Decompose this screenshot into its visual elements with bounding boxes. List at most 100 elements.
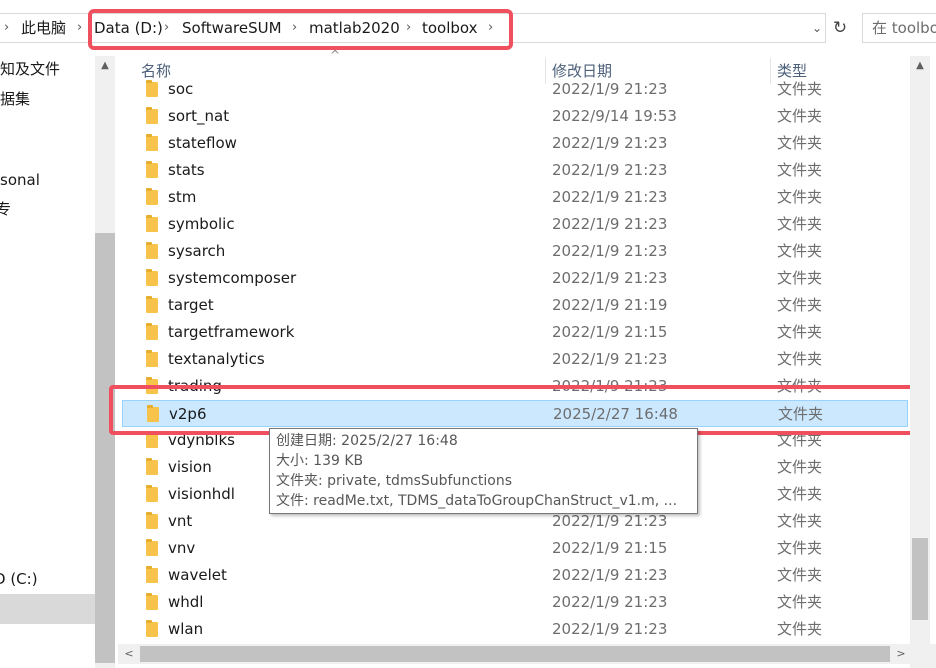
file-type: 文件夹 bbox=[777, 107, 823, 125]
file-name: soc bbox=[168, 80, 194, 98]
file-type: 文件夹 bbox=[777, 161, 823, 179]
scrollbar-corner bbox=[910, 644, 936, 668]
scroll-right-arrow-icon[interactable]: > bbox=[892, 644, 910, 664]
file-name: stats bbox=[168, 161, 205, 179]
nav-item-drive-c[interactable]: D (C:) bbox=[0, 567, 38, 591]
file-type: 文件夹 bbox=[777, 485, 823, 503]
table-row[interactable]: target 2022/1/9 21:19 文件夹 bbox=[122, 292, 908, 319]
scroll-left-arrow-icon[interactable]: < bbox=[120, 644, 138, 664]
tooltip-created-date: 创建日期: 2025/2/27 16:48 bbox=[276, 433, 458, 449]
table-row[interactable]: soc 2022/1/9 21:23 文件夹 bbox=[122, 80, 908, 103]
tooltip-size: 大小: 139 KB bbox=[276, 453, 364, 469]
file-name: vnv bbox=[168, 539, 196, 557]
folder-icon bbox=[146, 539, 158, 556]
file-type: 文件夹 bbox=[777, 350, 823, 368]
table-row[interactable]: wlan 2022/1/9 21:23 文件夹 bbox=[122, 616, 908, 643]
file-list: soc 2022/1/9 21:23 文件夹 sort_nat 2022/9/14 19… bbox=[122, 80, 908, 643]
file-name: stateflow bbox=[168, 134, 237, 152]
folder-icon bbox=[146, 620, 158, 637]
file-date: 2022/1/9 21:23 bbox=[552, 188, 668, 206]
table-row[interactable]: stateflow 2022/1/9 21:23 文件夹 bbox=[122, 130, 908, 157]
table-row[interactable]: whdl 2022/1/9 21:23 文件夹 bbox=[122, 589, 908, 616]
nav-item-dataset[interactable]: 据集 bbox=[0, 87, 30, 111]
breadcrumb-this-pc[interactable]: 此电脑 bbox=[21, 13, 66, 43]
folder-icon bbox=[146, 80, 158, 97]
folder-icon bbox=[146, 593, 158, 610]
file-type: 文件夹 bbox=[777, 269, 823, 287]
file-name: systemcomposer bbox=[168, 269, 297, 287]
file-date: 2022/1/9 21:23 bbox=[552, 593, 668, 611]
chevron-down-icon[interactable]: ⌄ bbox=[808, 13, 826, 43]
folder-icon bbox=[146, 350, 158, 367]
nav-selection-highlight bbox=[0, 594, 95, 624]
address-bar: › 此电脑 › Data (D:) › SoftwareSUM › matlab… bbox=[0, 0, 936, 56]
vertical-scrollbar-thumb[interactable] bbox=[912, 538, 928, 620]
scroll-up-arrow-icon[interactable]: ▲ bbox=[910, 56, 930, 76]
file-name: wlan bbox=[168, 620, 204, 638]
file-date: 2022/1/9 21:23 bbox=[552, 620, 668, 638]
chevron-right-icon[interactable]: › bbox=[77, 13, 82, 43]
file-type: 文件夹 bbox=[777, 215, 823, 233]
file-type: 文件夹 bbox=[777, 323, 823, 341]
file-date: 2022/1/9 21:23 bbox=[552, 269, 668, 287]
table-row[interactable]: targetframework 2022/1/9 21:15 文件夹 bbox=[122, 319, 908, 346]
table-row[interactable]: stm 2022/1/9 21:23 文件夹 bbox=[122, 184, 908, 211]
nav-scrollbar-thumb[interactable] bbox=[95, 233, 115, 663]
nav-item-personal[interactable]: sonal bbox=[0, 168, 40, 192]
nav-item-special[interactable]: 专 bbox=[0, 197, 11, 221]
file-type: 文件夹 bbox=[777, 512, 823, 530]
folder-icon bbox=[146, 107, 158, 124]
table-row[interactable]: sysarch 2022/1/9 21:23 文件夹 bbox=[122, 238, 908, 265]
file-type: 文件夹 bbox=[777, 566, 823, 584]
file-type: 文件夹 bbox=[777, 134, 823, 152]
file-name: symbolic bbox=[168, 215, 235, 233]
file-date: 2022/1/9 21:23 bbox=[552, 350, 668, 368]
scroll-up-arrow-icon[interactable]: ▲ bbox=[95, 56, 115, 76]
folder-icon bbox=[146, 134, 158, 151]
file-type: 文件夹 bbox=[777, 242, 823, 260]
file-type: 文件夹 bbox=[777, 188, 823, 206]
tooltip-files: 文件: readMe.txt, TDMS_dataToGroupChanStru… bbox=[276, 493, 678, 509]
file-date: 2022/1/9 21:19 bbox=[552, 296, 668, 314]
nav-item-knowledge-files[interactable]: 知及文件 bbox=[0, 57, 60, 81]
file-date: 2022/1/9 21:15 bbox=[552, 539, 668, 557]
sort-ascending-icon: ^ bbox=[330, 48, 341, 62]
table-row[interactable]: wavelet 2022/1/9 21:23 文件夹 bbox=[122, 562, 908, 589]
file-name: vision bbox=[168, 458, 212, 476]
horizontal-scrollbar-thumb[interactable] bbox=[140, 646, 890, 662]
file-name: sort_nat bbox=[168, 107, 230, 125]
chevron-right-icon[interactable]: › bbox=[4, 13, 9, 43]
file-type: 文件夹 bbox=[777, 296, 823, 314]
file-name: stm bbox=[168, 188, 197, 206]
file-name: wavelet bbox=[168, 566, 227, 584]
folder-info-tooltip: 创建日期: 2025/2/27 16:48 大小: 139 KB 文件夹: pr… bbox=[269, 428, 698, 514]
tooltip-folders: 文件夹: private, tdmsSubfunctions bbox=[276, 473, 513, 489]
folder-icon bbox=[146, 296, 158, 313]
folder-icon bbox=[146, 431, 158, 448]
file-date: 2022/1/9 21:15 bbox=[552, 323, 668, 341]
table-row[interactable]: stats 2022/1/9 21:23 文件夹 bbox=[122, 157, 908, 184]
search-placeholder: 在 toolbox bbox=[872, 19, 936, 37]
file-date: 2022/1/9 21:23 bbox=[552, 566, 668, 584]
file-type: 文件夹 bbox=[777, 539, 823, 557]
file-type: 文件夹 bbox=[777, 458, 823, 476]
table-row[interactable]: sort_nat 2022/9/14 19:53 文件夹 bbox=[122, 103, 908, 130]
file-name: targetframework bbox=[168, 323, 295, 341]
folder-icon bbox=[146, 323, 158, 340]
table-row[interactable]: vnv 2022/1/9 21:15 文件夹 bbox=[122, 535, 908, 562]
file-date: 2022/1/9 21:23 bbox=[552, 161, 668, 179]
file-name: vnt bbox=[168, 512, 193, 530]
file-date: 2022/1/9 21:23 bbox=[552, 215, 668, 233]
table-row[interactable]: symbolic 2022/1/9 21:23 文件夹 bbox=[122, 211, 908, 238]
file-name: target bbox=[168, 296, 214, 314]
folder-icon bbox=[146, 215, 158, 232]
folder-icon bbox=[146, 269, 158, 286]
file-type: 文件夹 bbox=[777, 620, 823, 638]
refresh-icon[interactable]: ↻ bbox=[828, 13, 852, 43]
table-row[interactable]: systemcomposer 2022/1/9 21:23 文件夹 bbox=[122, 265, 908, 292]
table-row[interactable]: textanalytics 2022/1/9 21:23 文件夹 bbox=[122, 346, 908, 373]
folder-icon bbox=[146, 458, 158, 475]
file-name: sysarch bbox=[168, 242, 226, 260]
file-type: 文件夹 bbox=[777, 593, 823, 611]
folder-icon bbox=[146, 161, 158, 178]
